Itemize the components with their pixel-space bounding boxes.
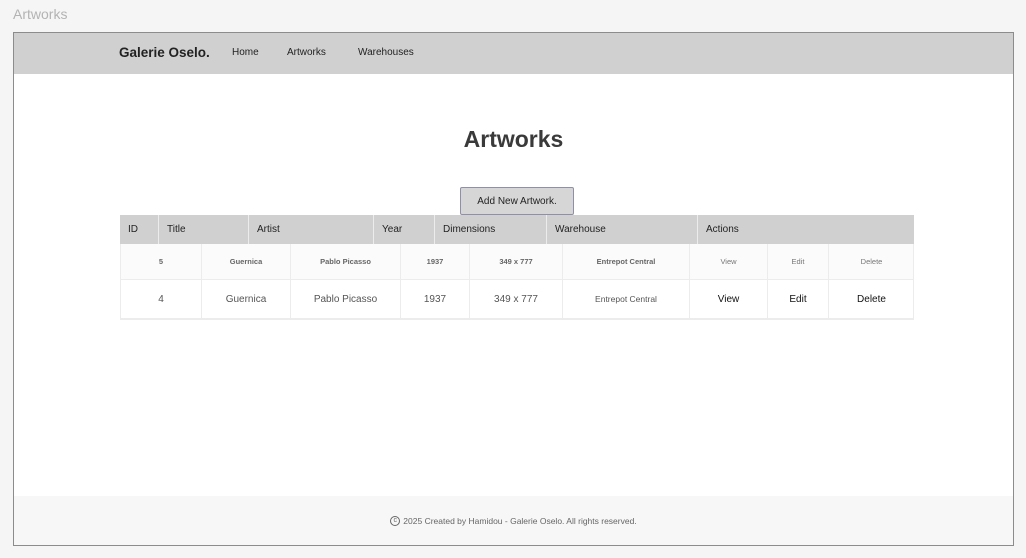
edit-button[interactable]: Edit bbox=[768, 244, 829, 279]
artworks-table: ID Title Artist Year Dimensions Warehous… bbox=[120, 215, 914, 320]
column-header-warehouse: Warehouse bbox=[547, 215, 698, 244]
table-header: ID Title Artist Year Dimensions Warehous… bbox=[120, 215, 914, 244]
footer-text: 2025 Created by Hamidou - Galerie Oselo.… bbox=[403, 515, 637, 526]
page-title: Artworks bbox=[463, 126, 564, 152]
cell-id: 5 bbox=[121, 244, 202, 279]
cell-artist: Pablo Picasso bbox=[291, 244, 401, 279]
edit-button[interactable]: Edit bbox=[768, 280, 829, 318]
browser-viewport: Galerie Oselo. Home Artworks Warehouses … bbox=[13, 32, 1014, 546]
nav-link-warehouses[interactable]: Warehouses bbox=[358, 47, 414, 58]
cell-warehouse: Entrepot Central bbox=[563, 280, 690, 318]
view-button[interactable]: View bbox=[690, 280, 768, 318]
delete-button[interactable]: Delete bbox=[829, 244, 914, 279]
table-body: 5 Guernica Pablo Picasso 1937 349 x 777 … bbox=[120, 244, 914, 320]
navbar: Galerie Oselo. Home Artworks Warehouses bbox=[14, 33, 1013, 74]
nav-link-home[interactable]: Home bbox=[232, 47, 259, 58]
cell-id: 4 bbox=[121, 280, 202, 318]
cell-title: Guernica bbox=[202, 244, 291, 279]
column-header-dimensions: Dimensions bbox=[435, 215, 547, 244]
add-artwork-button[interactable]: Add New Artwork. bbox=[460, 187, 574, 215]
cell-year: 1937 bbox=[401, 244, 470, 279]
view-button[interactable]: View bbox=[690, 244, 768, 279]
delete-button[interactable]: Delete bbox=[829, 280, 914, 318]
cell-year: 1937 bbox=[401, 280, 470, 318]
nav-link-artworks[interactable]: Artworks bbox=[287, 47, 326, 58]
footer: c 2025 Created by Hamidou - Galerie Osel… bbox=[14, 496, 1013, 545]
cell-dimensions: 349 x 777 bbox=[470, 280, 563, 318]
column-header-actions: Actions bbox=[706, 224, 739, 235]
table-row: 5 Guernica Pablo Picasso 1937 349 x 777 … bbox=[121, 244, 913, 280]
copyright-icon: c bbox=[390, 515, 401, 526]
table-row: 4 Guernica Pablo Picasso 1937 349 x 777 … bbox=[121, 280, 913, 319]
cell-warehouse: Entrepot Central bbox=[563, 244, 690, 279]
brand-logo[interactable]: Galerie Oselo. bbox=[119, 45, 210, 60]
column-header-id: ID bbox=[120, 215, 159, 244]
column-header-title: Title bbox=[159, 215, 249, 244]
cell-title: Guernica bbox=[202, 280, 291, 318]
window-title: Artworks bbox=[13, 6, 68, 22]
cell-dimensions: 349 x 777 bbox=[470, 244, 563, 279]
cell-artist: Pablo Picasso bbox=[291, 280, 401, 318]
column-header-artist: Artist bbox=[249, 215, 374, 244]
column-header-year: Year bbox=[374, 215, 435, 244]
